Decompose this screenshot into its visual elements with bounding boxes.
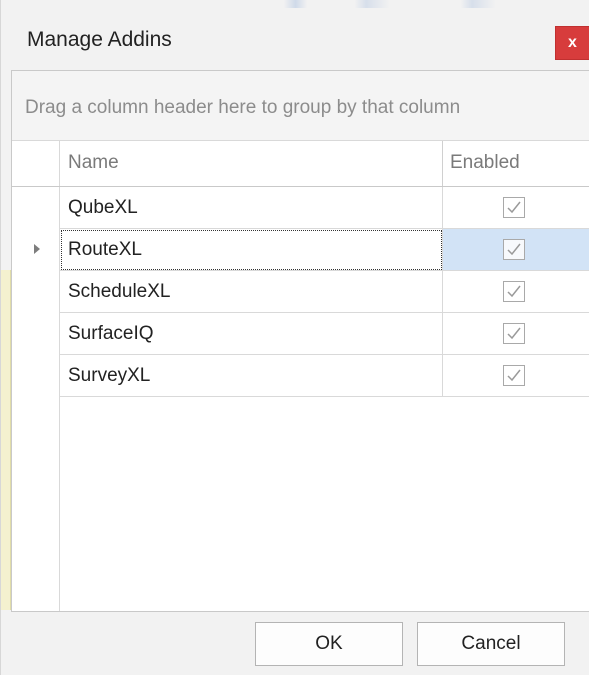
- cell-enabled[interactable]: [443, 313, 589, 355]
- table-row[interactable]: RouteXL: [12, 229, 589, 271]
- dialog-footer: OK Cancel: [11, 612, 589, 675]
- cell-name[interactable]: RouteXL: [60, 229, 443, 271]
- cancel-button[interactable]: Cancel: [417, 622, 565, 666]
- close-icon: x: [568, 34, 577, 51]
- cell-enabled[interactable]: [443, 187, 589, 229]
- enabled-checkbox[interactable]: [503, 197, 525, 218]
- table-row[interactable]: SurfaceIQ: [12, 313, 589, 355]
- group-by-hint: Drag a column header here to group by th…: [25, 97, 461, 118]
- group-by-panel[interactable]: Drag a column header here to group by th…: [12, 71, 589, 141]
- addins-grid: Drag a column header here to group by th…: [11, 70, 589, 612]
- addin-name: ScheduleXL: [68, 281, 171, 302]
- addin-name: RouteXL: [68, 239, 142, 260]
- check-icon: [507, 201, 521, 214]
- check-icon: [507, 327, 521, 340]
- column-header-enabled-label: Enabled: [450, 152, 520, 173]
- cell-enabled[interactable]: [443, 355, 589, 397]
- focused-row-arrow-icon: [34, 244, 40, 254]
- enabled-checkbox[interactable]: [503, 281, 525, 302]
- row-indicator: [12, 355, 60, 397]
- enabled-checkbox[interactable]: [503, 323, 525, 344]
- row-indicator: [12, 271, 60, 313]
- ok-button[interactable]: OK: [255, 622, 403, 666]
- addin-name: QubeXL: [68, 197, 138, 218]
- row-indicator-column-empty: [12, 397, 60, 611]
- column-header-row: Name Enabled: [12, 141, 589, 187]
- check-icon: [507, 369, 521, 382]
- check-icon: [507, 285, 521, 298]
- table-row[interactable]: QubeXL: [12, 187, 589, 229]
- cell-name[interactable]: QubeXL: [60, 187, 443, 229]
- close-button[interactable]: x: [555, 26, 589, 60]
- addin-name: SurfaceIQ: [68, 323, 154, 344]
- background-strip-left: [1, 270, 11, 610]
- cell-name[interactable]: ScheduleXL: [60, 271, 443, 313]
- row-indicator-header: [12, 141, 60, 186]
- column-header-name[interactable]: Name: [60, 141, 443, 186]
- cell-name[interactable]: SurveyXL: [60, 355, 443, 397]
- row-indicator: [12, 187, 60, 229]
- row-indicator: [12, 229, 60, 271]
- enabled-checkbox[interactable]: [503, 239, 525, 260]
- row-indicator: [12, 313, 60, 355]
- cell-enabled[interactable]: [443, 229, 589, 271]
- column-header-enabled[interactable]: Enabled: [443, 141, 589, 186]
- cell-name[interactable]: SurfaceIQ: [60, 313, 443, 355]
- cell-enabled[interactable]: [443, 271, 589, 313]
- title-bar: Manage Addins: [11, 8, 589, 70]
- column-header-name-label: Name: [68, 152, 119, 173]
- check-icon: [507, 243, 521, 256]
- manage-addins-dialog: Manage Addins x Drag a column header her…: [0, 0, 589, 675]
- background-strip-top: [1, 0, 589, 8]
- table-row[interactable]: ScheduleXL: [12, 271, 589, 313]
- table-row[interactable]: SurveyXL: [12, 355, 589, 397]
- addin-name: SurveyXL: [68, 365, 151, 386]
- enabled-checkbox[interactable]: [503, 365, 525, 386]
- dialog-title: Manage Addins: [27, 28, 172, 51]
